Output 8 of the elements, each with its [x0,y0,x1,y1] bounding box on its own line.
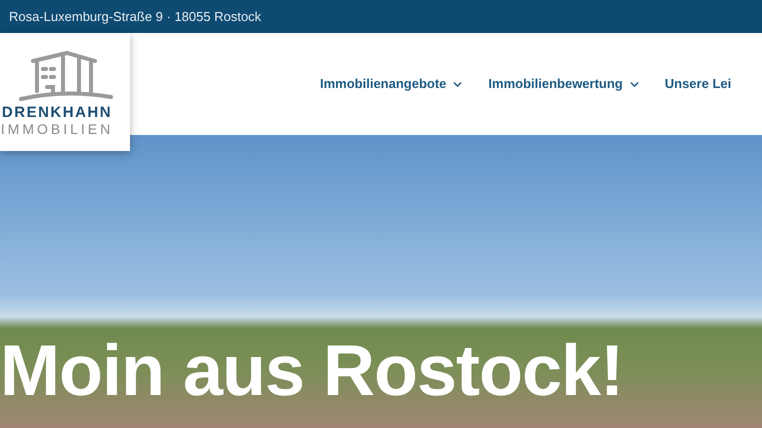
logo-subtitle: IMMOBILIEN [0,122,114,136]
nav-link[interactable]: Immobilienangebote [320,74,464,94]
logo-name: DRENKHAHN [2,105,112,120]
nav-link[interactable]: Unsere Lei [664,74,732,94]
address-text: Rosa-Luxemburg-Straße 9 · 18055 Rostock [9,8,262,26]
nav-link[interactable]: Immobilienbewertung [488,74,641,94]
logo-card[interactable]: DRENKHAHN IMMOBILIEN [0,33,130,151]
hero-heading: Moin aus Rostock! [0,335,624,407]
